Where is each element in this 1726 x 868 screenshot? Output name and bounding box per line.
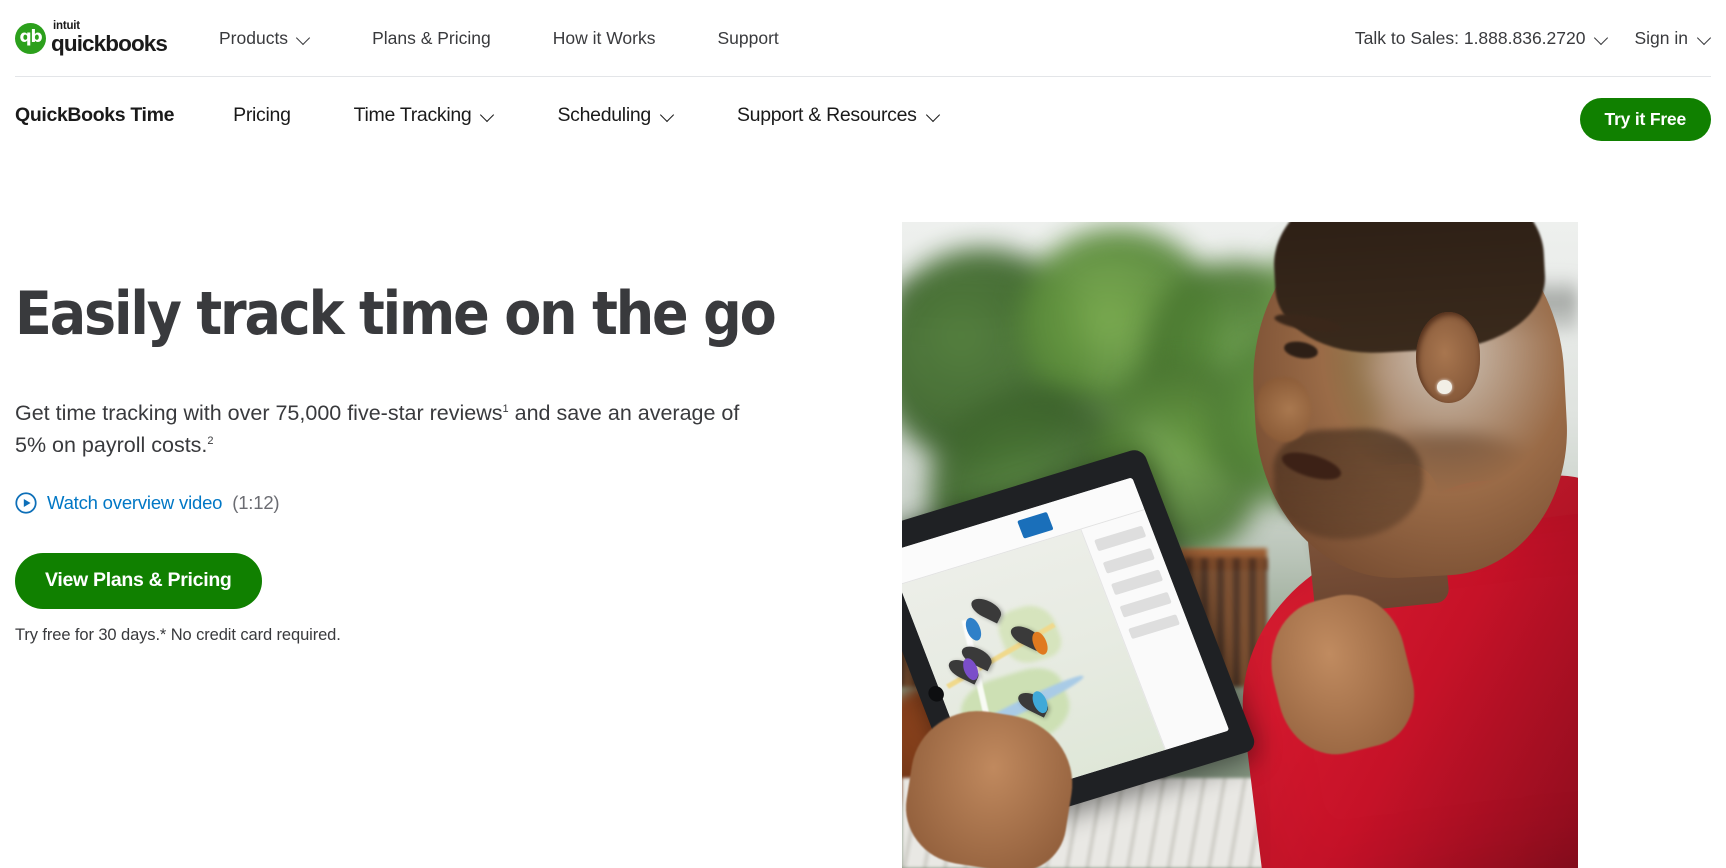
view-plans-pricing-button[interactable]: View Plans & Pricing [15,552,262,609]
sub-nav-links: Pricing Time Tracking Scheduling Support… [233,104,940,127]
chevron-down-icon [661,109,674,122]
top-nav-links: Products Plans & Pricing How it Works Su… [219,22,779,55]
sign-in-label: Sign in [1634,27,1688,48]
sub-nav-label-scheduling: Scheduling [557,103,651,126]
intuit-quickbooks-logo[interactable]: qb intuit quickbooks [15,20,190,56]
chevron-down-icon [297,32,310,45]
page-root: qb intuit quickbooks Products Plans & Pr… [0,0,1726,868]
free-trial-disclaimer: Try free for 30 days.* No credit card re… [15,625,341,644]
logo-quickbooks-text: quickbooks [51,31,168,56]
talk-to-sales-label: Talk to Sales: 1.888.836.2720 [1354,27,1586,48]
top-nav-utility-area: Talk to Sales: 1.888.836.2720 Sign in [1355,0,1711,76]
play-circle-icon[interactable] [15,492,37,514]
talk-to-sales-dropdown[interactable]: Talk to Sales: 1.888.836.2720 [1355,28,1609,49]
sub-nav-item-pricing[interactable]: Pricing [233,104,291,127]
hero-sub-part1: Get time tracking with over 75,000 five-… [15,400,503,425]
top-nav-item-plans-pricing[interactable]: Plans & Pricing [372,22,491,55]
hero-section: Easily track time on the go Get time tra… [0,153,1726,868]
tablet-panel-row [1110,570,1163,596]
hero-image-man-earring [1437,380,1452,394]
sub-nav-label-support-resources: Support & Resources [736,103,917,126]
top-nav-label-how-it-works: How it Works [552,27,656,48]
try-it-free-button[interactable]: Try it Free [1579,98,1711,141]
chevron-down-icon [1595,32,1608,45]
video-duration-label: (1:12) [232,491,280,513]
sub-nav-item-time-tracking[interactable]: Time Tracking [354,104,495,127]
tablet-panel-row [1093,526,1146,552]
chevron-down-icon [927,109,940,122]
quickbooks-logo-icon: qb [15,22,46,54]
global-top-navigation: qb intuit quickbooks Products Plans & Pr… [0,0,1726,76]
product-sub-navigation: QuickBooks Time Pricing Time Tracking Sc… [0,77,1726,153]
hero-headline: Easily track time on the go [15,279,777,349]
top-nav-label-support: Support [717,27,779,48]
top-nav-label-plans-pricing: Plans & Pricing [372,27,491,48]
sub-nav-item-support-resources[interactable]: Support & Resources [737,104,940,127]
sub-nav-item-scheduling[interactable]: Scheduling [557,104,674,127]
tablet-panel-row [1127,614,1180,640]
chevron-down-icon [481,109,494,122]
hero-sub-footnote-2: 2 [207,435,214,448]
chevron-down-icon [1698,32,1711,45]
subnav-brand-quickbooks-time[interactable]: QuickBooks Time [15,104,174,127]
sub-nav-label-pricing: Pricing [233,103,291,126]
hero-subheadline: Get time tracking with over 75,000 five-… [15,397,750,462]
logo-wordmark: intuit quickbooks [51,20,168,56]
top-nav-item-products[interactable]: Products [219,22,310,55]
top-nav-item-support[interactable]: Support [717,22,778,55]
tablet-panel-row [1102,548,1155,574]
sub-nav-label-time-tracking: Time Tracking [353,103,472,126]
watch-overview-video-link[interactable]: Watch overview video [47,492,222,514]
tablet-panel-row [1119,592,1172,618]
qb-logo-glyph: qb [19,27,43,47]
sign-in-dropdown[interactable]: Sign in [1634,28,1711,49]
top-nav-item-how-it-works[interactable]: How it Works [553,22,656,55]
watch-overview-video-row[interactable]: Watch overview video (1:12) [15,492,845,514]
top-nav-label-products: Products [219,27,289,48]
hero-content-column: Easily track time on the go Get time tra… [15,279,845,645]
hero-image [902,222,1578,868]
